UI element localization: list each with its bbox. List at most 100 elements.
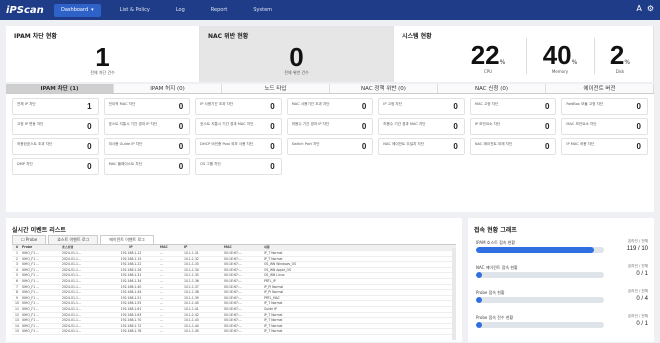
block-cell[interactable]: IP 고정 차단 0 xyxy=(378,98,465,115)
table-cell: IXHO_F1 ... xyxy=(22,295,40,300)
table-cell: 2024-01-1... xyxy=(62,256,81,261)
tab-agent-version[interactable]: 에이전트 버전 xyxy=(546,84,654,93)
event-list-title: 실시간 이벤트 리스트 xyxy=(12,227,66,234)
table-cell: IXHO_F1 ... xyxy=(22,323,40,328)
settings-icon[interactable]: ⚙ xyxy=(647,4,654,13)
block-cell[interactable]: 호스트 지통시 기간 경과 MAC 차단 0 xyxy=(195,118,282,135)
block-cell-label: 미사용 Guide IP 차단 xyxy=(108,142,143,146)
table-cell: ... xyxy=(160,323,163,328)
table-cell: 192.168.1.44 xyxy=(120,290,142,295)
block-cell-label: IP 보안요소 차단 xyxy=(474,122,501,126)
online-total-label: 온라인 / 전체 xyxy=(627,289,648,293)
table-cell: 10.1.1.38 xyxy=(184,290,199,295)
connection-label: IPAM 호스트 접속 현황 xyxy=(476,240,516,245)
block-cell[interactable]: MAC 사용기간 초과 차단 0 xyxy=(286,98,374,115)
table-cell: 10.1.1.36 xyxy=(184,278,199,283)
table-cell: 14 xyxy=(15,323,19,328)
block-cell[interactable]: 전이적 MAC 차단 0 xyxy=(103,98,191,115)
block-cell[interactable]: IP MAC 허용 차단 0 xyxy=(561,138,648,155)
block-cell-label: MAC 보안요소 차단 xyxy=(566,122,597,126)
tab-nac-request[interactable]: NAC 신청 (0) xyxy=(438,84,546,93)
block-cell[interactable]: 허용수 기간 경과 IP 차단 0 xyxy=(286,118,374,135)
table-cell: IXHO_F1 ... xyxy=(22,306,40,311)
cpu-stat: 22% CPU xyxy=(470,40,506,74)
column-header[interactable]: Probe xyxy=(22,245,62,250)
online-total-label: 온라인 / 전체 xyxy=(627,314,648,318)
progress-fill xyxy=(476,297,483,303)
block-cell[interactable]: IP 사용기간 초과 차단 0 xyxy=(195,98,282,115)
block-cell[interactable]: Switch Port 차단 0 xyxy=(286,138,374,155)
column-header[interactable]: MAC xyxy=(160,245,184,250)
block-cell[interactable]: 허용된호스트 초과 차단 0 xyxy=(12,138,99,155)
scrollbar[interactable] xyxy=(452,248,456,340)
stats-row: IPAM 차단 현황 1 전체 차단 건수 NAC 위반 현황 0 전체 위반 … xyxy=(6,26,654,82)
column-header[interactable]: 내용 xyxy=(264,245,456,250)
table-cell: ... xyxy=(160,284,163,289)
connection-row: Probe 접속 전수 현황 온라인 / 전체 0 / 1 xyxy=(476,314,648,328)
table-row[interactable]: 15 IXHO_F1 ... 2024-01-1... 192.168.1.78...… xyxy=(12,329,456,335)
column-header[interactable]: 호스트명 xyxy=(62,245,102,250)
tab-node-type[interactable]: 노드 타입 xyxy=(222,84,330,93)
table-cell: ... xyxy=(160,295,163,300)
block-cell[interactable]: MAC 플래이스트 차단 0 xyxy=(103,158,191,175)
font-size-icon[interactable]: A xyxy=(636,4,641,13)
table-cell: 00:1E:67:... xyxy=(224,318,242,323)
table-cell: 10.1.1.40 xyxy=(184,301,199,306)
block-cell[interactable]: RedBox 모듈 고정 차단 0 xyxy=(561,98,648,115)
table-cell: 00:1E:67:... xyxy=(224,329,242,334)
table-cell: IP_PI Normal xyxy=(264,284,284,289)
online-total-value: 0 / 4 xyxy=(636,296,648,302)
block-cell-value: 0 xyxy=(270,142,275,151)
block-cell[interactable]: DHCP 비인증 Pool 외부 사용 차단 0 xyxy=(195,138,282,155)
table-cell: 2024-01-1... xyxy=(62,312,81,317)
block-cell-value: 0 xyxy=(636,142,641,151)
block-cell[interactable]: 전체 IP 차단 1 xyxy=(12,98,99,115)
block-cell[interactable]: MAC 고정 차단 0 xyxy=(469,98,557,115)
column-header[interactable]: # xyxy=(12,245,22,250)
block-cell[interactable]: MAC 보안요소 차단 0 xyxy=(561,118,648,135)
nav-report[interactable]: Report xyxy=(198,0,241,20)
nav-system[interactable]: System xyxy=(240,0,285,20)
block-cell[interactable]: NAC 에이전트 무설치 차단 0 xyxy=(378,138,465,155)
divider xyxy=(526,38,527,74)
nav-log[interactable]: Log xyxy=(163,0,198,20)
tab-nac-violation[interactable]: NAC 정책 위반 (0) xyxy=(330,84,438,93)
ipam-block-card[interactable]: IPAM 차단 현황 1 전체 차단 건수 xyxy=(6,26,200,82)
table-cell: 10.1.1.39 xyxy=(184,295,199,300)
table-cell: 2024-01-1... xyxy=(62,262,81,267)
tab-ipam-allow[interactable]: IPAM 허지 (0) xyxy=(114,84,222,93)
table-cell: 10 xyxy=(15,301,19,306)
block-cell[interactable]: NAC 에이전트 미래 차단 0 xyxy=(469,138,557,155)
block-cell-value: 0 xyxy=(544,142,550,151)
block-cell[interactable]: DMP 차단 0 xyxy=(12,158,99,175)
connection-graph-panel: 접속 현황 그래프 IPAM 호스트 접속 현황 온라인 / 전체 119 / 10… xyxy=(468,218,654,342)
event-table: # Probe 호스트명 IP MAC IP MAC 내용 1 IXHO_F1 ... 2024-0… xyxy=(12,244,456,335)
block-cell[interactable]: 호스트 지통시 기간 경과 IP 차단 0 xyxy=(103,118,191,135)
table-cell: 10.1.1.31 xyxy=(184,251,199,255)
nav-dashboard[interactable]: Dashboard ▾ xyxy=(54,3,101,17)
nav-list-policy[interactable]: List & Policy xyxy=(107,0,163,20)
nac-violation-value: 0 xyxy=(289,42,304,72)
block-cell-value: 0 xyxy=(636,122,641,131)
block-cell[interactable]: IP 보안요소 차단 0 xyxy=(469,118,557,135)
online-total-value: 119 / 10 xyxy=(626,246,648,252)
block-cell-value: 0 xyxy=(178,162,184,171)
app-logo[interactable]: iPScan xyxy=(0,5,48,16)
tab-ipam-block[interactable]: IPAM 차단 (1) xyxy=(6,84,114,93)
block-cell[interactable]: OS 그룹 차단 0 xyxy=(195,158,282,175)
table-cell: 10.1.1.32 xyxy=(184,256,199,261)
table-cell: 11 xyxy=(15,306,19,311)
block-cell[interactable]: 고정 IP 변동 차단 0 xyxy=(12,118,99,135)
block-cell[interactable]: 허용수 기간 경과 MAC 차단 0 xyxy=(378,118,465,135)
nac-violation-card[interactable]: NAC 위반 현황 0 전체 위반 건수 xyxy=(200,26,394,82)
table-cell: 6 xyxy=(16,278,18,283)
column-header[interactable]: MAC xyxy=(224,245,264,250)
table-cell: 5 xyxy=(16,273,18,278)
table-cell: 2024-01-1... xyxy=(62,251,81,255)
block-cell[interactable]: 미사용 Guide IP 차단 0 xyxy=(103,138,191,155)
table-cell: Guide IP xyxy=(264,306,277,311)
column-header[interactable]: IP xyxy=(102,245,160,250)
table-cell: 192.168.1.70 xyxy=(120,318,142,323)
table-cell: IXHO_F1 ... xyxy=(22,273,40,278)
column-header[interactable]: IP xyxy=(184,245,224,250)
